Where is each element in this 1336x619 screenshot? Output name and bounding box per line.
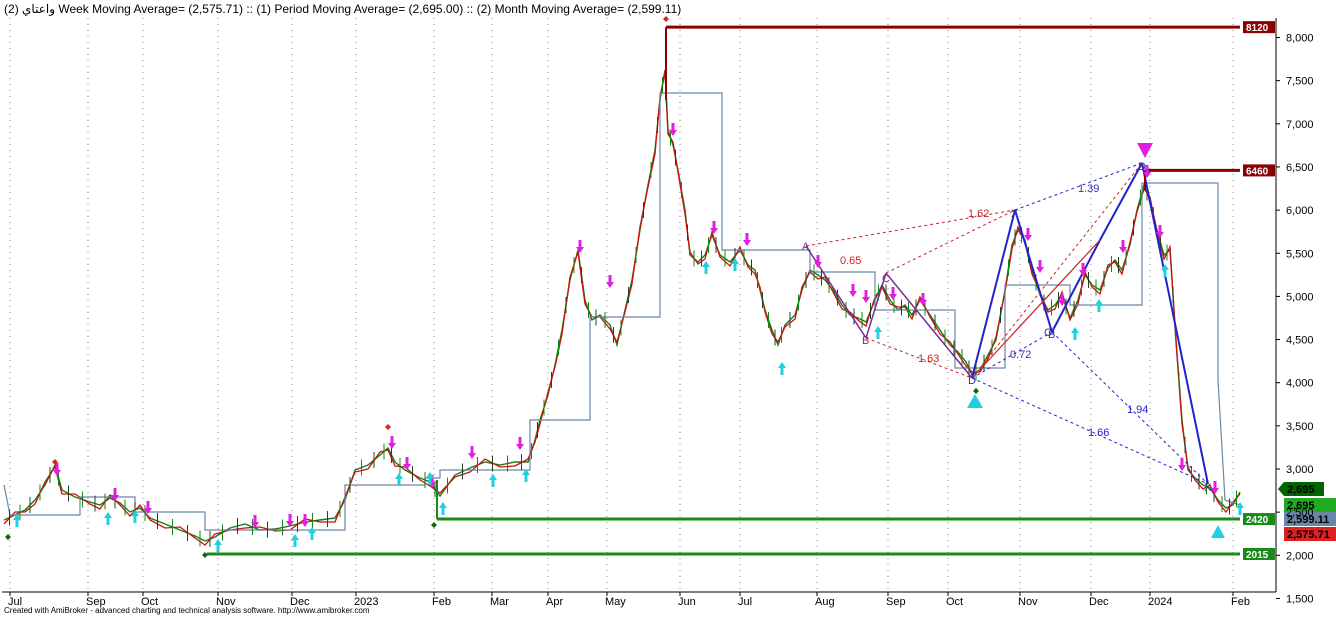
- pattern-point-label: X: [1011, 208, 1019, 220]
- value-label: 2,695: [1287, 484, 1315, 496]
- x-tick-label: Oct: [946, 596, 963, 608]
- price-series-line: [3, 69, 1241, 542]
- sell-arrow-icon: [862, 290, 870, 303]
- level-label-2015: 2015: [1246, 550, 1269, 561]
- y-tick-label: 8,000: [1286, 33, 1314, 45]
- buy-arrow-icon: [395, 473, 403, 486]
- signal-arrows: [5, 16, 1244, 558]
- y-tick-label: 3,500: [1286, 421, 1314, 433]
- sell-arrow-icon: [516, 437, 524, 450]
- x-tick-label: Dec: [1089, 596, 1109, 608]
- x-tick-label: Mar: [490, 596, 509, 608]
- buy-arrow-icon: [214, 539, 222, 552]
- y-tick-label: 2,000: [1286, 550, 1314, 562]
- pattern-point-label: D: [968, 375, 976, 387]
- pattern-ratio-line: [971, 162, 1143, 379]
- y-tick-label: 3,000: [1286, 464, 1314, 476]
- sell-arrow-icon: [743, 233, 751, 246]
- sell-arrow-icon: [889, 287, 897, 300]
- sell-arrow-icon: [1024, 228, 1032, 241]
- y-tick-label: 4,000: [1286, 378, 1314, 390]
- x-tick-label: May: [605, 596, 626, 608]
- buy-arrow-icon: [702, 261, 710, 274]
- ratio-label: 1.39: [1078, 183, 1099, 195]
- y-tick-label: 1,500: [1286, 593, 1314, 605]
- x-tick-label: Apr: [546, 596, 563, 608]
- buy-arrow-icon: [439, 502, 447, 515]
- sell-arrow-icon: [1036, 260, 1044, 273]
- sell-arrow-icon: [1178, 458, 1186, 471]
- x-tick-label: Feb: [1231, 596, 1250, 608]
- pattern-leg: [1014, 209, 1053, 333]
- sell-arrow-icon: [388, 436, 396, 449]
- sell-arrow-icon: [468, 446, 476, 459]
- x-tick-label: Jun: [678, 596, 696, 608]
- buy-arrow-icon: [522, 469, 530, 482]
- month-moving-average-line: [3, 92, 1241, 531]
- ratio-label: 1.62: [968, 208, 989, 220]
- buy-arrow-icon: [489, 474, 497, 487]
- pattern-point-label: A: [802, 241, 810, 253]
- trough-diamond-icon: [431, 522, 437, 528]
- value-label: 2,575.71: [1287, 529, 1330, 541]
- level-label-2420: 2420: [1246, 515, 1269, 526]
- peak-diamond-icon: [385, 424, 391, 430]
- ratio-label: 1.66: [1088, 427, 1109, 439]
- week-moving-average-line: [3, 71, 1241, 546]
- x-tick-label: Aug: [815, 596, 835, 608]
- y-tick-label: 7,000: [1286, 119, 1314, 131]
- y-tick-label: 4,500: [1286, 335, 1314, 347]
- pattern-point-label: B: [862, 335, 869, 347]
- x-tick-label: Feb: [432, 596, 451, 608]
- y-tick-label: 7,500: [1286, 76, 1314, 88]
- y-tick-label: 6,000: [1286, 205, 1314, 217]
- pattern-point-label: X: [1204, 482, 1212, 494]
- chart-footer: Created with AmiBroker - advanced charti…: [4, 606, 370, 615]
- pattern-leg: [971, 209, 1016, 379]
- x-tick-label: 2024: [1148, 596, 1172, 608]
- support-resistance-levels: 81206460242020152,6952,6952,599.112,575.…: [207, 21, 1336, 561]
- pattern-point-label: C: [1044, 327, 1052, 339]
- y-tick-label: 6,500: [1286, 162, 1314, 174]
- sell-arrow-icon: [710, 221, 718, 234]
- sell-arrow-icon: [403, 457, 411, 470]
- level-label-8120: 8120: [1246, 23, 1269, 34]
- buy-arrow-icon: [308, 527, 316, 540]
- pattern-point-label: C: [882, 273, 890, 285]
- trough-diamond-icon: [973, 388, 979, 394]
- x-tick-label: Nov: [1018, 596, 1038, 608]
- buy-arrow-icon: [778, 362, 786, 375]
- buy-arrow-icon: [1071, 327, 1079, 340]
- price-history: [3, 69, 1241, 547]
- y-tick-label: 2,500: [1286, 507, 1314, 519]
- ratio-label: 0.65: [840, 255, 861, 267]
- buy-arrow-icon: [104, 512, 112, 525]
- x-tick-label: Sep: [886, 596, 906, 608]
- ratio-label: 1.63: [918, 353, 939, 365]
- sell-arrow-icon: [849, 284, 857, 297]
- ratio-label: 1.94: [1127, 404, 1148, 416]
- x-tick-label: Jul: [738, 596, 752, 608]
- ratio-label: 0.72: [1010, 349, 1031, 361]
- peak-diamond-icon: [663, 16, 669, 22]
- pattern-leg: [1141, 162, 1209, 485]
- level-label-6460: 6460: [1246, 166, 1269, 177]
- buy-arrow-icon: [874, 326, 882, 339]
- y-tick-label: 5,500: [1286, 248, 1314, 260]
- major-sell-triangle-icon: [1137, 143, 1153, 158]
- pattern-ratio-line: [885, 209, 1016, 274]
- pattern-ratio-line: [971, 239, 1101, 379]
- price-chart: ABCDXBCDX0.651.621.631.390.721.941.66 81…: [2, 16, 1336, 608]
- y-tick-label: 5,000: [1286, 291, 1314, 303]
- sell-arrow-icon: [814, 255, 822, 268]
- major-buy-triangle-icon: [967, 394, 983, 408]
- major-buy-triangle-icon: [1211, 525, 1225, 538]
- sell-arrow-icon: [53, 463, 61, 476]
- chart-grid: [9, 18, 1234, 592]
- pattern-leg: [1099, 162, 1143, 241]
